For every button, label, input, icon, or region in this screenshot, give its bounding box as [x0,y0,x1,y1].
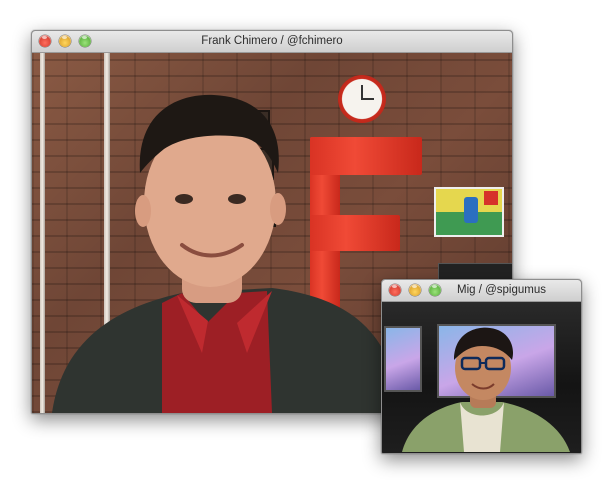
self-view-video-feed [382,302,581,453]
self-view-title: Mig / @spigumus [456,284,546,296]
main-window-title: Frank Chimero / @fchimero [201,35,343,47]
person-mig [402,327,570,452]
main-window-titlebar[interactable]: Frank Chimero / @fchimero [32,31,512,53]
self-view-titlebar[interactable]: Mig / @spigumus [382,280,581,302]
self-view-window[interactable]: Mig / @spigumus [381,279,582,454]
